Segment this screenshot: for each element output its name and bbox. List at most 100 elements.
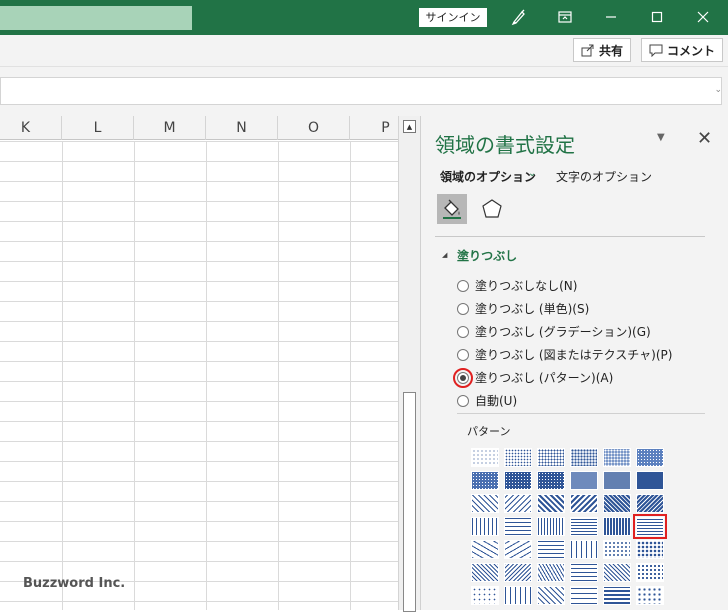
radio-fill-solid[interactable]: 塗りつぶし (単色)(S): [457, 300, 589, 317]
radio-fill-pattern[interactable]: 塗りつぶし (パターン)(A): [453, 367, 613, 388]
tab-text-options[interactable]: 文字のオプション: [556, 168, 652, 185]
pattern-swatch[interactable]: [636, 563, 664, 582]
collapse-triangle-icon[interactable]: ◢: [442, 251, 447, 259]
pattern-swatch[interactable]: [570, 471, 598, 490]
scroll-up-icon[interactable]: ▲: [403, 120, 416, 133]
pattern-swatch[interactable]: [504, 517, 532, 536]
pattern-swatch[interactable]: [504, 540, 532, 559]
close-icon[interactable]: ✕: [697, 128, 712, 149]
signin-button[interactable]: サインイン: [419, 8, 487, 27]
pattern-swatch[interactable]: [504, 563, 532, 582]
column-header[interactable]: M: [134, 116, 206, 140]
formula-bar: ⌄: [0, 67, 728, 116]
radio-label: 塗りつぶし (単色)(S): [475, 302, 590, 316]
restore-icon[interactable]: [645, 6, 669, 28]
pattern-swatch[interactable]: [636, 586, 664, 605]
worksheet: K L M N O P ▲: [0, 116, 422, 612]
pattern-label: パターン: [467, 425, 511, 438]
pattern-swatch[interactable]: [504, 494, 532, 513]
title-bar: サインイン: [0, 0, 728, 35]
highlight-circle: [453, 367, 473, 388]
comment-button[interactable]: コメント: [641, 38, 724, 62]
pattern-swatch[interactable]: [471, 540, 499, 559]
ribbon-display-icon[interactable]: [553, 6, 577, 28]
radio-button[interactable]: [457, 325, 469, 338]
radio-button[interactable]: [457, 394, 469, 407]
effects-icon[interactable]: [477, 194, 507, 224]
pattern-swatch[interactable]: [570, 540, 598, 559]
tab-area-options[interactable]: 領域のオプション: [440, 168, 536, 185]
close-icon[interactable]: [691, 6, 715, 28]
pattern-swatch[interactable]: [471, 586, 499, 605]
pattern-swatch[interactable]: [504, 471, 532, 490]
chevron-down-icon[interactable]: ⌄: [714, 85, 722, 95]
fill-line-icon[interactable]: [437, 194, 467, 224]
pattern-swatch[interactable]: [471, 517, 499, 536]
pattern-swatch[interactable]: [537, 563, 565, 582]
pattern-swatch[interactable]: [570, 563, 598, 582]
pattern-swatch[interactable]: [504, 448, 532, 467]
radio-button[interactable]: [457, 279, 469, 292]
pattern-swatch[interactable]: [537, 494, 565, 513]
radio-button-selected[interactable]: [453, 367, 473, 388]
pattern-swatch[interactable]: [471, 471, 499, 490]
minimize-icon[interactable]: [599, 6, 623, 28]
radio-button[interactable]: [457, 348, 469, 361]
column-header[interactable]: O: [278, 116, 350, 140]
pattern-swatch-selected[interactable]: [633, 514, 667, 539]
share-button[interactable]: 共有: [573, 38, 632, 62]
radio-label: 塗りつぶしなし(N): [475, 279, 578, 293]
section-fill-heading[interactable]: 塗りつぶし: [457, 247, 517, 264]
pattern-swatch[interactable]: [636, 494, 664, 513]
formula-input[interactable]: [0, 77, 722, 105]
pattern-swatch[interactable]: [636, 471, 664, 490]
column-header[interactable]: K: [0, 116, 62, 140]
pattern-swatch[interactable]: [570, 586, 598, 605]
pattern-swatch[interactable]: [603, 563, 631, 582]
radio-fill-auto[interactable]: 自動(U): [457, 392, 517, 409]
pattern-swatch[interactable]: [603, 494, 631, 513]
share-icon: [581, 44, 594, 57]
radio-fill-none[interactable]: 塗りつぶしなし(N): [457, 277, 577, 294]
pen-icon[interactable]: [507, 6, 531, 28]
pattern-swatch[interactable]: [603, 540, 631, 559]
radio-fill-picture[interactable]: 塗りつぶし (図またはテクスチャ)(P): [457, 346, 672, 363]
pattern-swatch[interactable]: [471, 448, 499, 467]
pattern-swatch[interactable]: [537, 471, 565, 490]
pattern-swatch[interactable]: [504, 586, 532, 605]
pattern-swatch[interactable]: [537, 448, 565, 467]
pattern-swatch[interactable]: [537, 517, 565, 536]
pattern-swatch[interactable]: [603, 471, 631, 490]
pattern-swatch[interactable]: [603, 448, 631, 467]
column-header[interactable]: L: [62, 116, 134, 140]
column-header[interactable]: N: [206, 116, 278, 140]
format-area-pane: 領域の書式設定 ▼ ✕ 領域のオプション ⌄ 文字のオプション ◢ 塗りつぶし …: [420, 116, 728, 610]
pattern-swatch[interactable]: [537, 586, 565, 605]
document-title-field: [0, 6, 192, 30]
scroll-thumb[interactable]: [403, 392, 416, 612]
comment-icon: [649, 44, 663, 57]
pattern-swatch[interactable]: [603, 517, 631, 536]
radio-label: 塗りつぶし (グラデーション)(G): [475, 325, 651, 339]
pattern-swatch[interactable]: [570, 494, 598, 513]
pattern-swatch[interactable]: [471, 563, 499, 582]
pattern-swatch[interactable]: [636, 448, 664, 467]
radio-fill-gradient[interactable]: 塗りつぶし (グラデーション)(G): [457, 323, 651, 340]
pattern-swatch[interactable]: [636, 540, 664, 559]
pattern-swatch[interactable]: [537, 540, 565, 559]
share-label: 共有: [599, 43, 624, 58]
section-divider: [457, 413, 705, 414]
ribbon-bar: 共有 コメント: [0, 35, 728, 67]
radio-label: 塗りつぶし (図またはテクスチャ)(P): [475, 348, 673, 362]
pattern-swatch[interactable]: [471, 494, 499, 513]
pattern-swatch[interactable]: [570, 448, 598, 467]
pattern-swatch[interactable]: [603, 586, 631, 605]
pattern-swatch[interactable]: [570, 517, 598, 536]
cell-grid[interactable]: [0, 141, 398, 610]
chevron-down-icon[interactable]: ⌄: [528, 168, 536, 179]
pane-menu-icon[interactable]: ▼: [657, 132, 665, 143]
column-headers: K L M N O P: [0, 116, 422, 140]
radio-label: 自動(U): [475, 394, 518, 408]
vertical-scrollbar[interactable]: ▲: [398, 116, 420, 612]
radio-button[interactable]: [457, 302, 469, 315]
